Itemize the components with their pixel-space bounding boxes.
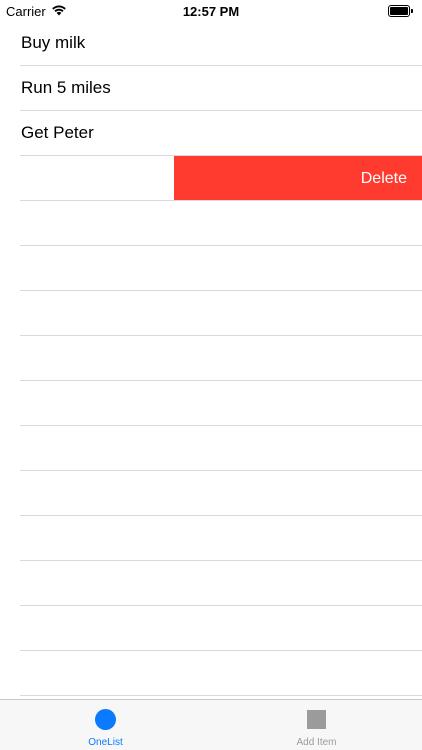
circle-icon: [95, 709, 116, 730]
tab-onelist[interactable]: OneList: [0, 700, 211, 750]
list-item[interactable]: Run 5 miles: [0, 66, 422, 111]
list-item[interactable]: Buy milk: [0, 21, 422, 66]
empty-row: [0, 246, 422, 291]
empty-row: [0, 471, 422, 516]
battery-icon: [388, 5, 413, 17]
list-item-swiped[interactable]: Delete: [0, 156, 422, 201]
tab-label: Add Item: [296, 737, 337, 748]
square-icon: [307, 710, 326, 729]
list-item[interactable]: Get Peter: [0, 111, 422, 156]
empty-row: [0, 561, 422, 606]
list-item-label: Get Peter: [21, 123, 94, 142]
empty-row: [0, 381, 422, 426]
todo-list: Buy milk Run 5 miles Get Peter Delete: [0, 21, 422, 696]
delete-button[interactable]: Delete: [174, 156, 422, 201]
tab-bar: OneList Add Item: [0, 699, 422, 750]
list-item-label: Run 5 miles: [21, 78, 111, 97]
tab-add-item[interactable]: Add Item: [211, 700, 422, 750]
empty-row: [0, 201, 422, 246]
empty-row: [0, 516, 422, 561]
clock-time: 12:57 PM: [182, 4, 240, 19]
tab-label: OneList: [88, 737, 123, 748]
screen: Carrier 12:57 PM Buy milk Run 5 miles Ge…: [0, 0, 422, 750]
empty-row: [0, 336, 422, 381]
empty-row: [0, 651, 422, 696]
empty-row: [0, 606, 422, 651]
empty-row: [0, 291, 422, 336]
list-item-label: Buy milk: [21, 33, 86, 52]
status-bar: Carrier 12:57 PM: [0, 0, 422, 22]
empty-row: [0, 426, 422, 471]
